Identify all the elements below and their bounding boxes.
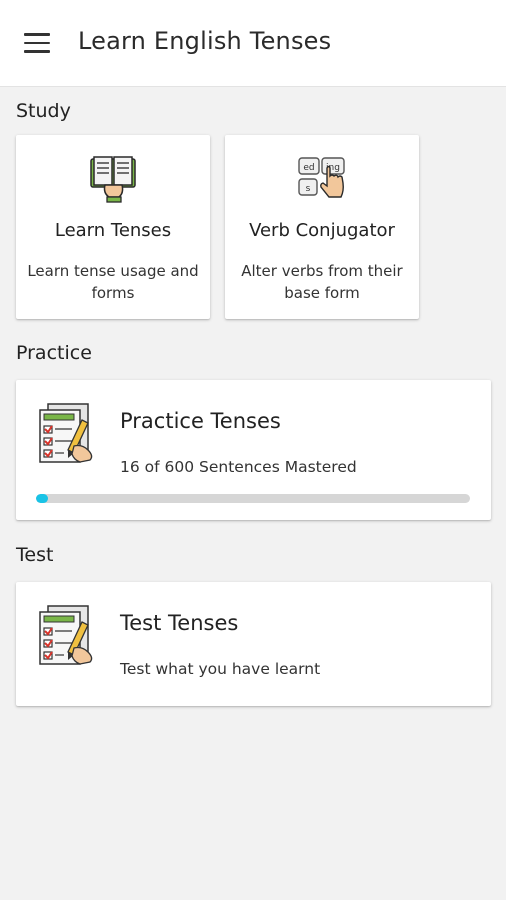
- open-book-icon: [90, 156, 136, 203]
- card-title: Learn Tenses: [54, 220, 172, 241]
- card-title: Verb Conjugator: [249, 220, 395, 241]
- checklist-pencil-icon: [39, 605, 93, 665]
- progress-bar-fill: [36, 494, 48, 503]
- section-label-practice: Practice: [16, 342, 92, 364]
- section-label-study: Study: [16, 100, 71, 122]
- verb-tiles-tap-icon: ed ing s: [298, 157, 345, 198]
- progress-bar: [36, 494, 470, 503]
- card-title: Practice Tenses: [120, 409, 281, 433]
- svg-text:s: s: [306, 184, 311, 194]
- card-title: Test Tenses: [120, 611, 239, 635]
- card-description: Learn tense usage and forms: [27, 262, 199, 302]
- practice-tenses-card[interactable]: Practice Tenses 16 of 600 Sentences Mast…: [16, 380, 491, 520]
- section-label-test: Test: [16, 544, 54, 566]
- checklist-pencil-icon: [39, 403, 93, 463]
- progress-text: 16 of 600 Sentences Mastered: [120, 458, 357, 476]
- hamburger-menu-icon[interactable]: [22, 31, 52, 55]
- verb-conjugator-card[interactable]: ed ing s Verb Conjugator Alter verbs fro…: [225, 135, 419, 319]
- card-description: Alter verbs from their base form: [241, 262, 403, 302]
- test-tenses-card[interactable]: Test Tenses Test what you have learnt: [16, 582, 491, 706]
- learn-tenses-card[interactable]: Learn Tenses Learn tense usage and forms: [16, 135, 210, 319]
- card-subtitle: Test what you have learnt: [120, 660, 321, 678]
- svg-text:ed: ed: [303, 163, 314, 173]
- app-bar: Learn English Tenses: [0, 0, 506, 87]
- app-title: Learn English Tenses: [78, 27, 332, 55]
